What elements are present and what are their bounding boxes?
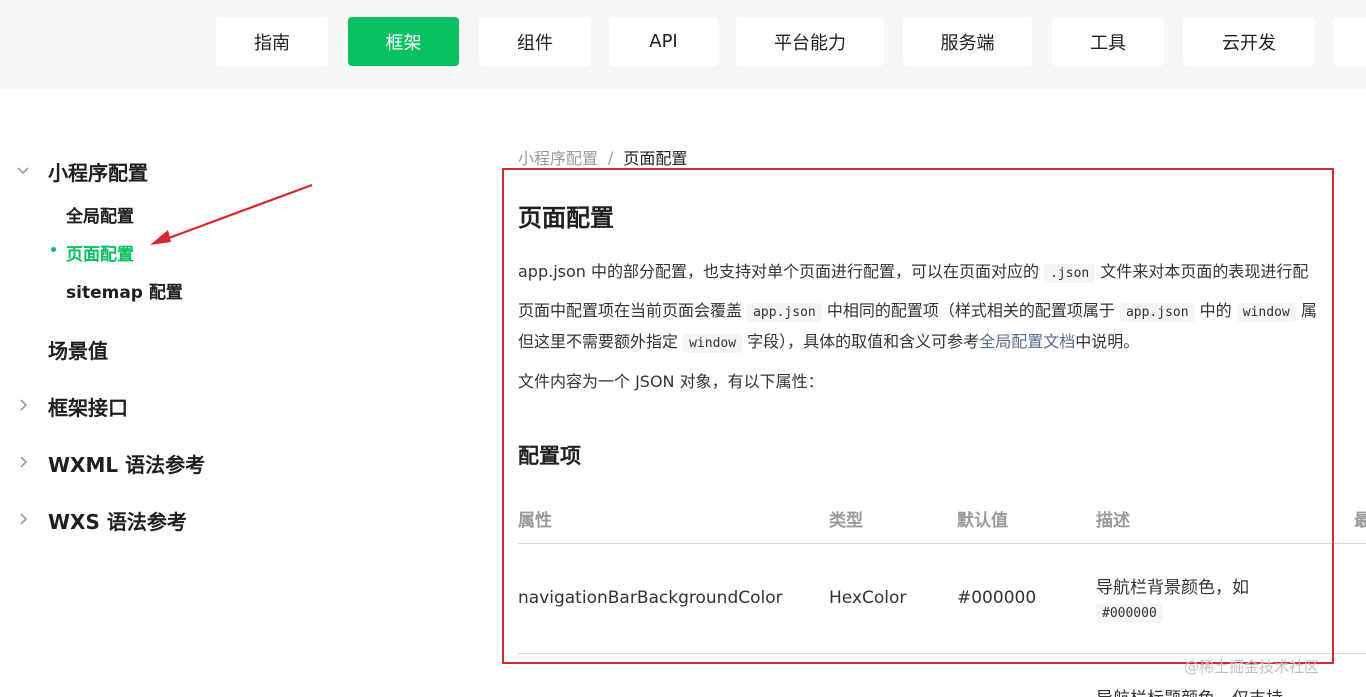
breadcrumb-parent[interactable]: 小程序配置 bbox=[518, 145, 598, 169]
inline-code: window bbox=[1236, 303, 1296, 322]
paragraph-text: 中说明。 bbox=[1075, 332, 1140, 351]
paragraph-text: 字段），具体的取值和含义可参考 bbox=[747, 332, 980, 351]
inline-code: app.json bbox=[747, 303, 822, 322]
table-cell-type: HexColor bbox=[829, 588, 907, 608]
sidebar-section-framework-api[interactable]: 框架接口 bbox=[48, 392, 128, 421]
table-header-min-version: 最 bbox=[1354, 511, 1366, 531]
paragraph-text: 但这里不需要额外指定 bbox=[518, 332, 679, 351]
table-header-description: 描述 bbox=[1096, 511, 1130, 531]
sidebar-section-miniprogram-config[interactable]: 小程序配置 bbox=[48, 157, 148, 186]
paragraph-text: 中的 bbox=[1199, 301, 1232, 320]
paragraph-text: app.json 中的部分配置，也支持对单个页面进行配置，可以在页面对应的 bbox=[518, 262, 1040, 281]
table-header-default: 默认值 bbox=[957, 511, 1008, 531]
tab-server[interactable]: 服务端 bbox=[903, 17, 1032, 66]
paragraph-4: 文件内容为一个 JSON 对象，有以下属性： bbox=[518, 372, 824, 391]
sidebar-item-global-config[interactable]: 全局配置 bbox=[66, 202, 134, 227]
inline-code: .json bbox=[1044, 264, 1096, 283]
breadcrumb-separator: / bbox=[608, 147, 614, 167]
breadcrumb-current: 页面配置 bbox=[623, 149, 688, 168]
paragraph-2: 页面中配置项在当前页面会覆盖 app.json 中相同的配置项（样式相关的配置项… bbox=[518, 297, 1317, 322]
section-title: 配置项 bbox=[518, 444, 581, 468]
chevron-right-icon[interactable] bbox=[15, 454, 31, 470]
active-dot bbox=[51, 247, 56, 252]
breadcrumb: 小程序配置 / 页面配置 bbox=[518, 145, 687, 169]
tab-tools[interactable]: 工具 bbox=[1052, 17, 1164, 66]
tab-components[interactable]: 组件 bbox=[479, 17, 591, 66]
top-nav: 指南 框架 组件 API 平台能力 服务端 工具 云开发 bbox=[0, 0, 1366, 90]
sidebar-item-sitemap-config[interactable]: sitemap 配置 bbox=[66, 278, 183, 303]
watermark: @稀土掘金技术社区 bbox=[1184, 658, 1320, 676]
tab-platform[interactable]: 平台能力 bbox=[736, 17, 884, 66]
paragraph-3: 但这里不需要额外指定 window 字段），具体的取值和含义可参考全局配置文档中… bbox=[518, 328, 1140, 353]
table-cell-default: #000000 bbox=[957, 588, 1037, 608]
table-cell-property: navigationBarBackgroundColor bbox=[518, 588, 783, 608]
table-row-divider bbox=[518, 653, 1366, 654]
table-header-type: 类型 bbox=[829, 511, 863, 531]
paragraph-1: app.json 中的部分配置，也支持对单个页面进行配置，可以在页面对应的 .j… bbox=[518, 258, 1309, 283]
chevron-right-icon[interactable] bbox=[15, 511, 31, 527]
table-cell-description-code: #000000 bbox=[1096, 602, 1163, 623]
page-title: 页面配置 bbox=[518, 204, 614, 232]
inline-code: window bbox=[683, 334, 743, 353]
tab-guide[interactable]: 指南 bbox=[216, 17, 328, 66]
inline-code: app.json bbox=[1119, 303, 1195, 322]
chevron-down-icon[interactable] bbox=[15, 162, 31, 178]
paragraph-text: 属 bbox=[1300, 301, 1317, 320]
sidebar-section-wxs[interactable]: WXS 语法参考 bbox=[48, 506, 187, 535]
inline-code: #000000 bbox=[1096, 604, 1163, 623]
global-config-doc-link[interactable]: 全局配置文档 bbox=[979, 332, 1075, 351]
sidebar-item-page-config[interactable]: 页面配置 bbox=[66, 240, 134, 265]
paragraph-text: 文件来对本页面的表现进行配 bbox=[1100, 262, 1309, 281]
table-header-divider bbox=[518, 543, 1366, 544]
tab-framework[interactable]: 框架 bbox=[348, 17, 459, 66]
paragraph-text: 页面中配置项在当前页面会覆盖 bbox=[518, 301, 743, 320]
tab-more[interactable] bbox=[1333, 17, 1366, 66]
page: 指南 框架 组件 API 平台能力 服务端 工具 云开发 小程序配置 全局配置 … bbox=[0, 0, 1366, 697]
chevron-right-icon[interactable] bbox=[15, 397, 31, 413]
tab-cloud[interactable]: 云开发 bbox=[1183, 17, 1315, 66]
sidebar-section-wxml[interactable]: WXML 语法参考 bbox=[48, 449, 205, 478]
sidebar-section-scene[interactable]: 场景值 bbox=[48, 335, 108, 364]
table-header-property: 属性 bbox=[518, 511, 552, 531]
table-cell-next-description: 导航栏标题颜色，仅支持 bbox=[1096, 684, 1283, 697]
paragraph-text: 中相同的配置项（样式相关的配置项属于 bbox=[826, 301, 1115, 320]
table-cell-description: 导航栏背景颜色，如 bbox=[1096, 578, 1249, 598]
annotation-arrow-icon bbox=[150, 183, 313, 245]
tab-api[interactable]: API bbox=[609, 17, 718, 66]
